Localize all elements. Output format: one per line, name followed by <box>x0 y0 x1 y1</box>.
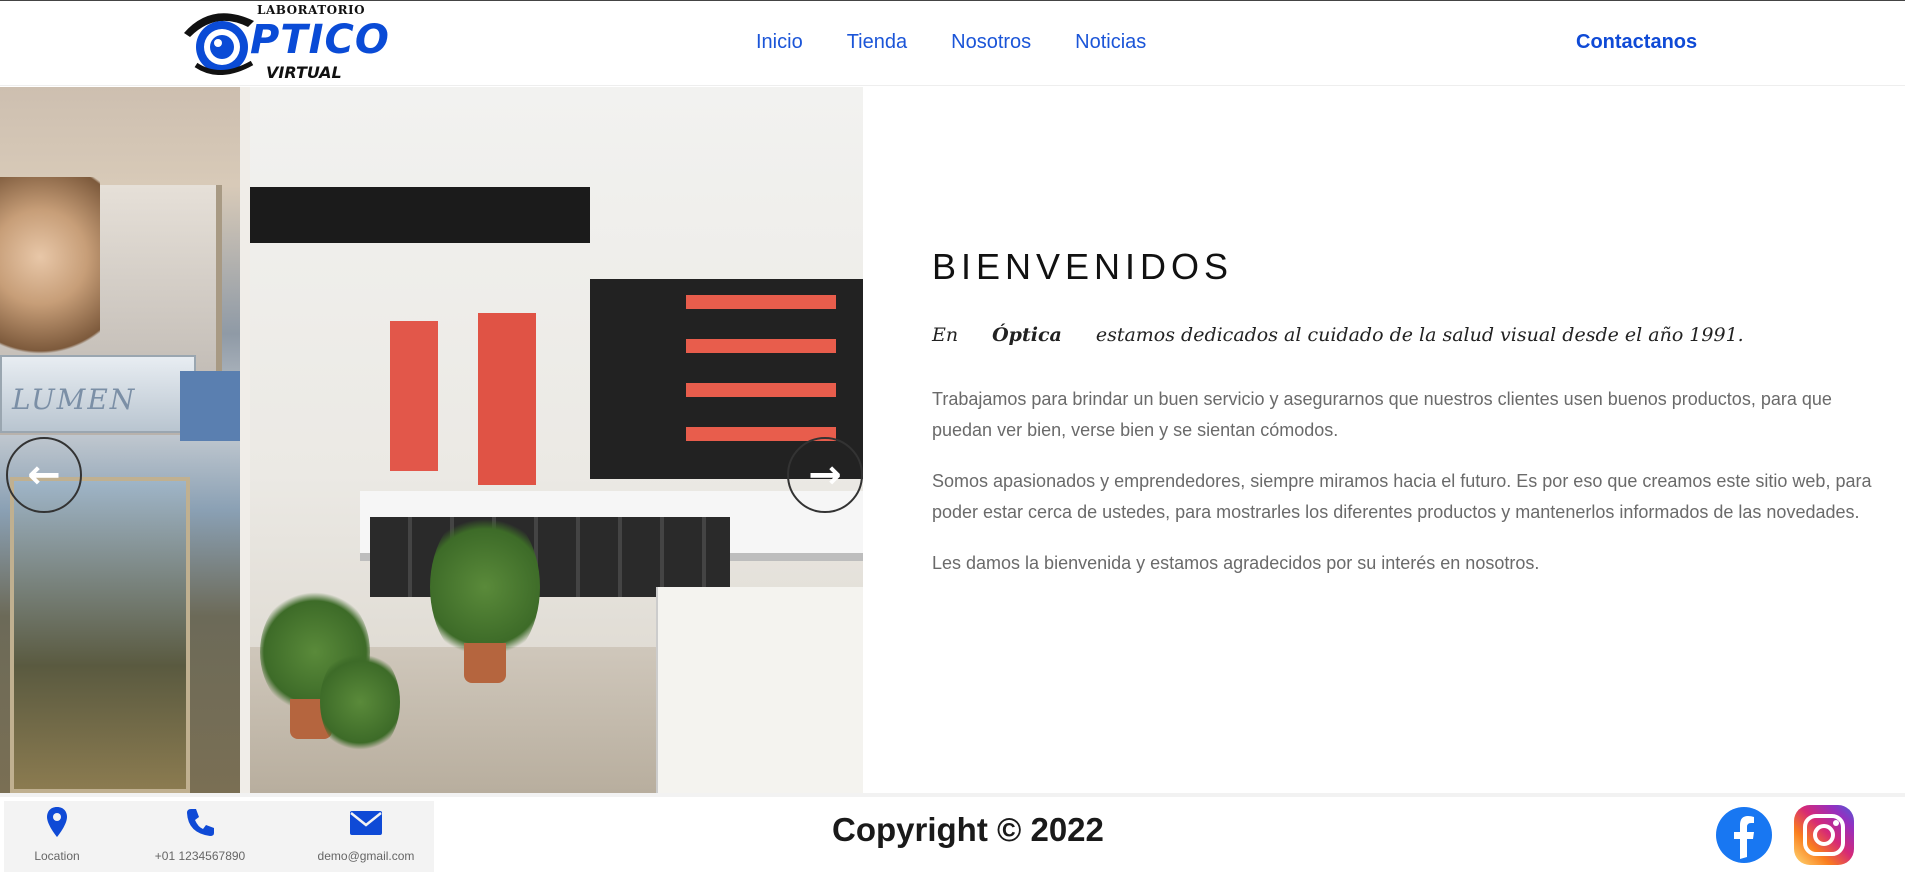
lead-suffix: estamos dedicados al cuidado de la salud… <box>1095 324 1744 346</box>
welcome-lead: En Óptica estamos dedicados al cuidado de … <box>932 324 1892 346</box>
welcome-paragraph: Les damos la bienvenida y estamos agrade… <box>932 553 1540 573</box>
carousel-prev-button[interactable]: ← <box>6 437 82 513</box>
logo-top-text: LABORATORIO <box>257 3 366 17</box>
poster-model <box>0 177 100 377</box>
ceiling-beam <box>250 187 590 243</box>
nav-inicio[interactable]: Inicio <box>756 31 803 54</box>
contact-email-label: demo@gmail.com <box>317 849 415 863</box>
welcome-section: BIENVENIDOS En Óptica estamos dedicados al… <box>932 246 1892 579</box>
main-nav: Inicio Tienda Nosotros Noticias <box>756 31 1146 54</box>
location-pin-icon <box>47 807 67 837</box>
facebook-icon <box>1716 807 1772 863</box>
site-logo[interactable]: LABORATORIO PTICO VIRTUAL <box>182 1 389 83</box>
site-footer: Location +01 1234567890 demo@gmail.com C… <box>0 793 1905 872</box>
arrow-left-icon: ← <box>27 452 61 498</box>
contact-phone[interactable]: +01 1234567890 <box>140 805 260 863</box>
eyewear-display <box>478 313 536 485</box>
envelope-icon <box>350 811 382 835</box>
contact-phone-label: +01 1234567890 <box>154 849 246 863</box>
facebook-link[interactable] <box>1712 803 1776 867</box>
instagram-link[interactable] <box>1792 803 1856 867</box>
potted-plant <box>320 647 400 757</box>
nav-tienda[interactable]: Tienda <box>847 31 907 54</box>
store-interior-image <box>250 87 863 793</box>
welcome-paragraph: Trabajamos para brindar un buen servicio… <box>932 389 1832 440</box>
display-shelf <box>686 295 836 309</box>
lead-prefix: En <box>932 324 959 346</box>
nav-nosotros[interactable]: Nosotros <box>951 31 1031 54</box>
logo-bottom-text: VIRTUAL <box>266 63 342 82</box>
instagram-icon <box>1794 805 1854 865</box>
nav-noticias[interactable]: Noticias <box>1075 31 1146 54</box>
eye-logo-icon <box>184 13 254 75</box>
store-sign-text: LUMEN <box>12 383 137 416</box>
store-sign: LUMEN <box>0 355 196 433</box>
site-header: LABORATORIO PTICO VIRTUAL Inicio Tienda … <box>0 0 1905 86</box>
logo-main-text: PTICO <box>250 17 390 63</box>
eyewear-display <box>390 321 438 471</box>
plant-pot <box>464 643 506 683</box>
display-shelf <box>686 339 836 353</box>
contact-email[interactable]: demo@gmail.com <box>304 805 428 863</box>
welcome-title: BIENVENIDOS <box>932 246 1234 287</box>
arrow-right-icon: → <box>808 452 842 498</box>
carousel-next-button[interactable]: → <box>787 437 863 513</box>
nav-contactanos[interactable]: Contactanos <box>1576 31 1697 54</box>
reception-desk <box>656 587 863 793</box>
storefront-door <box>10 477 190 793</box>
display-shelf <box>686 383 836 397</box>
phone-icon <box>187 809 214 836</box>
slide-divider <box>240 87 250 793</box>
image-carousel: LUMEN ← → <box>0 87 863 793</box>
lead-brand: Óptica <box>992 324 1062 346</box>
counter-drawers <box>370 517 730 597</box>
contact-location-label: Location <box>34 849 80 863</box>
contact-info: Location +01 1234567890 demo@gmail.com <box>4 801 434 872</box>
copyright-text: Copyright © 2022 <box>832 811 1104 848</box>
welcome-paragraph: Somos apasionados y emprendedores, siemp… <box>932 471 1872 522</box>
contact-location[interactable]: Location <box>22 805 92 863</box>
